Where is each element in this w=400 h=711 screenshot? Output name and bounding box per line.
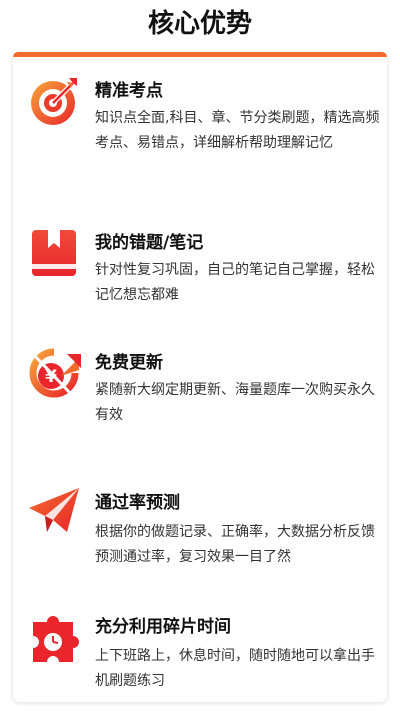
- feature-title: 精准考点: [95, 81, 163, 101]
- card-accent-bar: [13, 52, 387, 57]
- feature-description: 针对性复习巩固，自己的笔记自己掌握，轻松记忆想忘都难: [95, 262, 375, 303]
- feature-description: 知识点全面,科目、章、节分类刷题，精选高频考点、易错点，详细解析帮助理解记忆: [95, 110, 380, 151]
- feature-title: 通过率预测: [95, 493, 180, 513]
- feature-title: 我的错题/笔记: [95, 233, 204, 253]
- target-icon: [27, 74, 81, 128]
- page-title: 核心优势: [147, 9, 252, 39]
- free-update-icon: ¥: [27, 346, 81, 400]
- feature-description: 根据你的做题记录、正确率，大数据分析反馈预测通过率，复习效果一目了然: [95, 524, 375, 565]
- book-icon: [27, 226, 81, 280]
- feature-description: 紧随新大纲定期更新、海量题库一次购买永久有效: [95, 382, 375, 423]
- feature-description: 上下班路上，休息时间，随时随地可以拿出手机刷题练习: [95, 648, 375, 689]
- feature-title: 免费更新: [95, 353, 163, 373]
- advantages-card: 精准考点 知识点全面,科目、章、节分类刷题，精选高频考点、易错点，详细解析帮助理…: [13, 52, 387, 702]
- paper-plane-icon: [27, 484, 81, 538]
- puzzle-clock-icon: [27, 612, 81, 666]
- feature-title: 充分利用碎片时间: [95, 617, 231, 637]
